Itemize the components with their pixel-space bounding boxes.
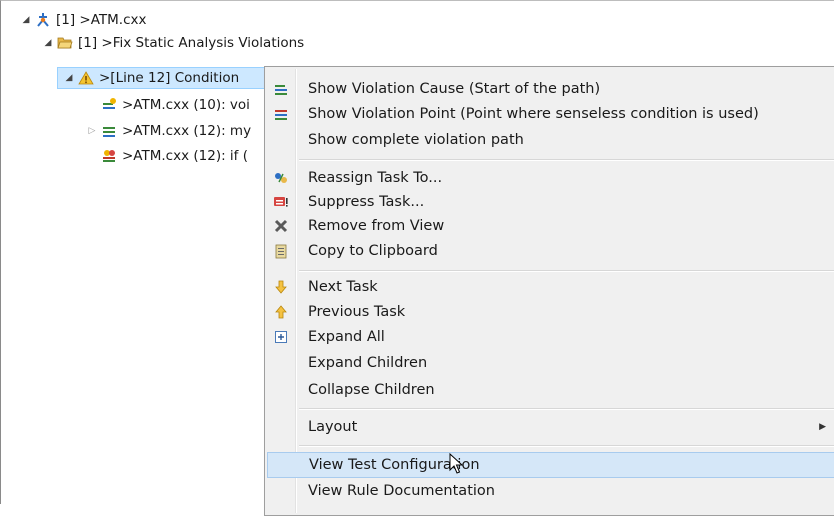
menu-item-suppress-task[interactable]: Suppress Task... xyxy=(267,190,834,214)
arrow-up-icon xyxy=(275,305,287,319)
tree-row-label: [1] >ATM.cxx xyxy=(56,12,147,28)
flow-end-icon xyxy=(103,150,115,162)
expand-triangle-icon[interactable]: ◢ xyxy=(41,32,55,54)
expand-triangle-icon[interactable]: ◢ xyxy=(62,67,76,89)
menu-separator xyxy=(299,445,834,447)
submenu-arrow-icon: ▶ xyxy=(819,422,826,432)
tree-row-line-12-condition[interactable]: ◢ >[Line 12] Condition xyxy=(57,67,267,89)
run-icon xyxy=(37,13,49,27)
menu-item-collapse-children[interactable]: Collapse Children xyxy=(267,378,834,402)
clipboard-icon xyxy=(275,244,287,259)
flow-path-icon xyxy=(103,127,115,137)
menu-item-copy-to-clipboard[interactable]: Copy to Clipboard xyxy=(267,239,834,263)
folder-open-icon xyxy=(57,37,73,49)
warning-icon xyxy=(78,71,94,85)
suppress-icon xyxy=(274,197,288,207)
tree-row-label: [1] >Fix Static Analysis Violations xyxy=(78,35,305,51)
menu-item-remove-from-view[interactable]: Remove from View xyxy=(267,214,834,238)
expand-triangle-icon[interactable]: ◢ xyxy=(19,9,33,31)
tree-row-label: >ATM.cxx (10): voi xyxy=(122,97,250,113)
menu-item-layout[interactable]: Layout ▶ xyxy=(267,415,834,439)
menu-separator xyxy=(299,408,834,410)
menu-separator xyxy=(299,270,834,272)
expand-all-icon xyxy=(275,331,287,343)
menu-item-next-task[interactable]: Next Task xyxy=(267,275,834,299)
tree-row-label: >ATM.cxx (12): if ( xyxy=(122,148,248,164)
tree-row-atm-cxx[interactable]: ◢ [1] >ATM.cxx xyxy=(19,9,147,31)
menu-separator xyxy=(299,159,834,161)
context-menu: Show Violation Cause (Start of the path)… xyxy=(264,66,834,516)
tree-row-label: >ATM.cxx (12): my xyxy=(122,123,252,139)
menu-item-expand-all[interactable]: Expand All xyxy=(267,325,834,349)
cause-icon xyxy=(275,85,287,95)
point-icon xyxy=(275,110,287,120)
flow-start-icon xyxy=(103,98,116,109)
menu-item-show-complete-path[interactable]: Show complete violation path xyxy=(267,128,834,152)
tree-row-fix-static-analysis[interactable]: ◢ [1] >Fix Static Analysis Violations xyxy=(41,32,305,54)
menu-item-reassign-task[interactable]: Reassign Task To... xyxy=(267,166,834,190)
tree-row-atm-12-if[interactable]: >ATM.cxx (12): if ( xyxy=(99,145,248,167)
tree-row-atm-12-my[interactable]: ▷ >ATM.cxx (12): my xyxy=(85,120,252,142)
tree-row-atm-10[interactable]: >ATM.cxx (10): voi xyxy=(99,94,250,116)
remove-x-icon xyxy=(274,219,288,233)
menu-item-expand-children[interactable]: Expand Children xyxy=(267,351,834,375)
menu-item-previous-task[interactable]: Previous Task xyxy=(267,300,834,324)
collapsed-triangle-icon[interactable]: ▷ xyxy=(85,120,99,142)
menu-item-show-violation-point[interactable]: Show Violation Point (Point where sensel… xyxy=(267,102,834,126)
tree-row-label: >[Line 12] Condition xyxy=(99,70,240,86)
reassign-icon xyxy=(275,173,287,183)
menu-item-view-rule-documentation[interactable]: View Rule Documentation xyxy=(267,479,834,503)
mouse-cursor-icon xyxy=(449,453,464,474)
arrow-down-icon xyxy=(275,280,287,294)
menu-item-show-violation-cause[interactable]: Show Violation Cause (Start of the path) xyxy=(267,77,834,101)
menu-item-view-test-configuration[interactable]: View Test Configuration xyxy=(267,452,834,478)
